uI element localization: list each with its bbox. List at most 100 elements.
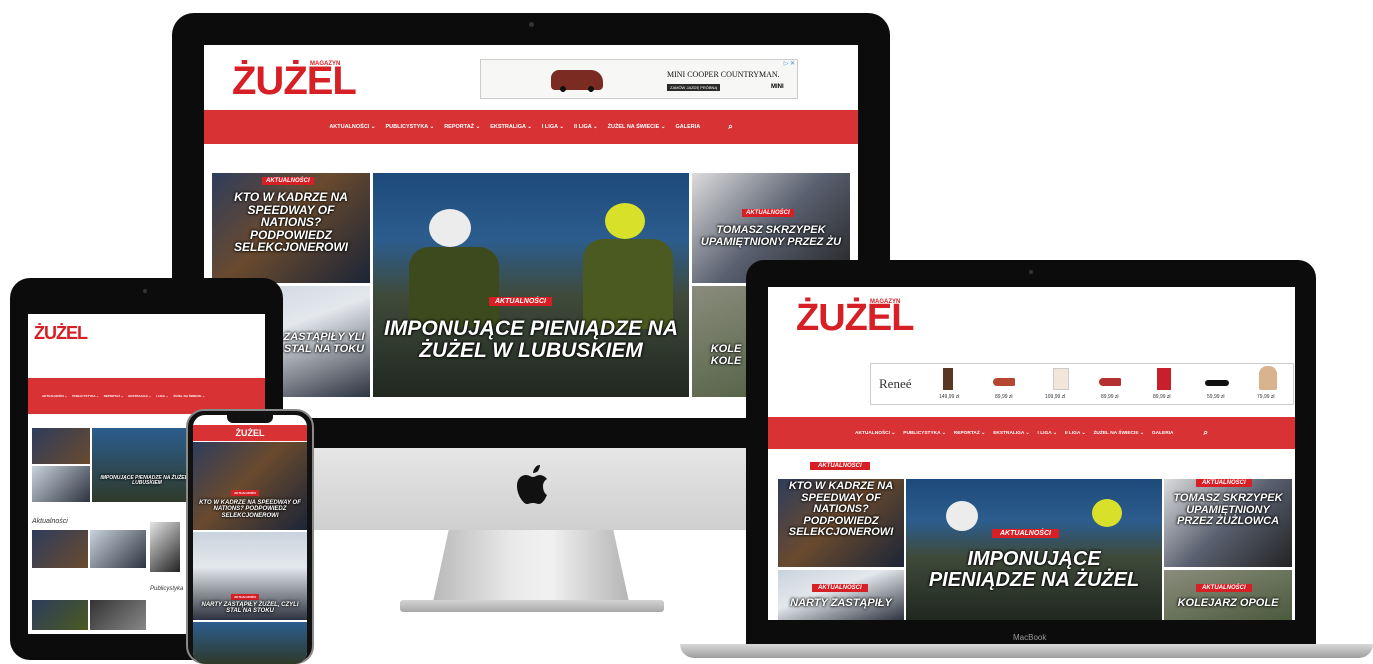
tile-tag: AKTUALNOŚCI (231, 490, 259, 496)
ad-banner-renee[interactable]: Reneé 149,99 zł 89,99 zł 109,99 zł 89,99… (870, 363, 1294, 405)
rider-helmet-left (429, 209, 471, 247)
phone-header: ŻUŻEL (193, 425, 307, 441)
tile-headline: KTO W KADRZE NA SPEEDWAY OF NATIONS? POD… (788, 480, 894, 539)
tile-headline: IMPONUJĄCE PIENIĄDZE NA ŻUŻEL W LUBUSKIE… (383, 317, 679, 363)
tablet-tile-left-top[interactable] (32, 428, 90, 464)
nav-item-i-liga[interactable]: I LIGA ⌄ (1038, 431, 1057, 436)
nav-item-aktualnosci[interactable]: AKTUALNOŚCI ⌄ (329, 124, 375, 130)
search-icon[interactable]: ⌕ (728, 122, 732, 132)
ad-product-top (1053, 368, 1069, 390)
rider-helmet-right (1092, 499, 1122, 527)
ad-brand: Reneé (879, 376, 912, 391)
tile-tag: AKTUALNOŚCI (1196, 584, 1252, 592)
imac-foot (400, 600, 664, 612)
phone-tile-1[interactable]: AKTUALNOŚCI KTO W KADRZE NA SPEEDWAY OF … (193, 442, 307, 530)
ad-price: 149,99 zł (939, 394, 960, 400)
tablet-list-thumb-5[interactable] (90, 600, 146, 630)
nav-item-ekstraliga[interactable]: EKSTRALIGA ⌄ (490, 124, 532, 130)
tile-tag: AKTUALNOŚCI (262, 177, 314, 185)
imac-stand (433, 530, 629, 602)
nav-item-reportaz[interactable]: REPORTAŻ ⌄ (104, 394, 124, 398)
tablet-list-thumb-2[interactable] (90, 530, 146, 568)
ad-product-boot (943, 368, 953, 390)
ad-price: 89,99 zł (995, 394, 1013, 400)
site-logo[interactable]: ŻUŻEL (236, 428, 265, 438)
tile-headline: TOMASZ SKRZYPEK UPAMIĘTNIONY PRZEZ ŻU (700, 224, 842, 248)
phone-notch (227, 415, 273, 423)
tile-headline: IMPONUJĄCE PIENIĄDZE NA ŻUŻEL (928, 548, 1140, 591)
tablet-list-thumb-4[interactable] (32, 600, 88, 630)
nav-item-ii-liga[interactable]: II LIGA ⌄ (574, 124, 598, 130)
nav-item-reportaz[interactable]: REPORTAŻ ⌄ (444, 124, 480, 130)
tile-tag: AKTUALNOŚCI (1196, 479, 1252, 487)
site-logo[interactable]: ŻUŻEL MAGAZYN (796, 299, 914, 337)
tile-tag: AKTUALNOŚCI (812, 584, 868, 592)
nav-item-ekstraliga[interactable]: EKSTRALIGA ⌄ (128, 394, 151, 398)
phone-tile-2[interactable]: AKTUALNOŚCI NARTY ZASTĄPIŁY ŻUŻEL, CZYLI… (193, 532, 307, 620)
section-title-aktualnosci: Aktualności (32, 518, 68, 525)
nav-item-ekstraliga[interactable]: EKSTRALIGA ⌄ (993, 431, 1029, 436)
laptop-tile-left-bottom[interactable]: AKTUALNOŚCI NARTY ZASTĄPIŁY (778, 570, 904, 620)
apple-logo-icon (514, 463, 550, 507)
ad-product-flat (1205, 380, 1229, 386)
phone-screen: ŻUŻEL AKTUALNOŚCI KTO W KADRZE NA SPEEDW… (193, 415, 307, 664)
tile-headline: NARTY ZASTĄPIŁY (790, 597, 892, 609)
laptop-screen: ŻUŻEL MAGAZYN Reneé 149,99 zł 89,99 zł 1… (768, 287, 1295, 620)
laptop-tile-right-bottom[interactable]: AKTUALNOŚCI KOLEJARZ OPOLE (1164, 570, 1292, 620)
tablet-list-thumb-3[interactable] (150, 522, 180, 572)
nav-item-zuzel-na-swiecie[interactable]: ŻUŻEL NA ŚWIECIE ⌄ (1094, 431, 1144, 436)
nav-item-publicystyka[interactable]: PUBLICYSTYKA ⌄ (385, 124, 434, 130)
phone-tile-3[interactable] (193, 622, 307, 664)
ad-product-model (1259, 366, 1277, 390)
nav-item-i-liga[interactable]: I LIGA ⌄ (156, 394, 168, 398)
nav-item-publicystyka[interactable]: PUBLICYSTYKA ⌄ (72, 394, 99, 398)
ad-car-wheels (555, 86, 599, 92)
featured-tile-left[interactable]: AKTUALNOŚCI KTO W KADRZE NA SPEEDWAY OF … (212, 173, 370, 283)
nav-item-i-liga[interactable]: I LIGA ⌄ (542, 124, 564, 130)
laptop-brand-label: MacBook (1013, 633, 1047, 642)
tile-tag: AKTUALNOŚCI (489, 297, 552, 306)
ad-product-heel (993, 378, 1015, 386)
ad-price: 109,99 zł (1045, 394, 1066, 400)
nav-item-zuzel-na-swiecie[interactable]: ŻUŻEL NA ŚWIECIE ⌄ (608, 124, 666, 130)
nav-item-galeria[interactable]: GALERIA (1152, 431, 1174, 436)
nav-item-aktualnosci[interactable]: AKTUALNOŚCI ⌄ (42, 394, 67, 398)
ad-product-heel-2 (1099, 378, 1121, 386)
rider-helmet-right (605, 203, 645, 239)
search-icon[interactable]: ⌕ (1203, 428, 1207, 438)
imac-camera (529, 22, 534, 27)
main-nav: AKTUALNOŚCI ⌄ PUBLICYSTYKA ⌄ REPORTAŻ ⌄ … (204, 110, 858, 144)
rider-helmet-left (946, 501, 978, 531)
nav-item-zuzel-na-swiecie[interactable]: ŻUŻEL NA ŚWIECIE ⌄ (173, 394, 205, 398)
tablet-list-thumb-1[interactable] (32, 530, 88, 568)
laptop-tile-left-top[interactable]: KTO W KADRZE NA SPEEDWAY OF NATIONS? POD… (778, 479, 904, 567)
ad-cta-button[interactable]: ZAMÓW JAZDĘ PRÓBNĄ (667, 84, 721, 91)
site-logo[interactable]: ŻUŻEL MAGAZYN (232, 61, 357, 101)
nav-item-galeria[interactable]: GALERIA (675, 124, 700, 130)
laptop-tile-right-top[interactable]: AKTUALNOŚCI TOMASZ SKRZYPEK UPAMIĘTNIONY… (1164, 479, 1292, 567)
tile-headline: NARTY ZASTĄPIŁY ŻUŻEL, CZYLI STAL NA STO… (201, 602, 299, 615)
nav-item-reportaz[interactable]: REPORTAŻ ⌄ (954, 431, 985, 436)
nav-item-publicystyka[interactable]: PUBLICYSTYKA ⌄ (903, 431, 946, 436)
ad-product-dress (1157, 368, 1171, 390)
ad-banner-mini[interactable]: MINI COOPER COUNTRYMAN. ZAMÓW JAZDĘ PRÓB… (480, 59, 798, 99)
laptop-tile-main[interactable]: AKTUALNOŚCI IMPONUJĄCE PIENIĄDZE NA ŻUŻE… (906, 479, 1162, 620)
tablet-tile-left-bottom[interactable] (32, 466, 90, 502)
ad-price: 89,99 zł (1153, 394, 1171, 400)
site-logo[interactable]: ŻUŻEL (34, 324, 88, 342)
section-title-publicystyka: Publicystyka (150, 586, 184, 592)
tile-headline: KTO W KADRZE NA SPEEDWAY OF NATIONS? POD… (233, 190, 348, 255)
featured-tile-main[interactable]: AKTUALNOŚCI IMPONUJĄCE PIENIĄDZE NA ŻUŻE… (373, 173, 689, 397)
ad-price: 59,99 zł (1207, 394, 1225, 400)
main-nav: AKTUALNOŚCI ⌄ PUBLICYSTYKA ⌄ REPORTAŻ ⌄ … (768, 417, 1295, 449)
nav-item-aktualnosci[interactable]: AKTUALNOŚCI ⌄ (855, 431, 895, 436)
tile-headline: KOLEJARZ OPOLE (1177, 597, 1279, 609)
section-tag: AKTUALNOŚCI (810, 462, 870, 470)
ad-brand: MINI (771, 84, 784, 90)
nav-item-ii-liga[interactable]: II LIGA ⌄ (1065, 431, 1086, 436)
tile-tag: AKTUALNOŚCI (742, 209, 794, 217)
ad-close-icon[interactable]: ▷ ✕ (784, 60, 795, 67)
tablet-camera (143, 289, 147, 293)
tile-tag: AKTUALNOŚCI (992, 529, 1059, 538)
laptop-base (680, 644, 1373, 658)
